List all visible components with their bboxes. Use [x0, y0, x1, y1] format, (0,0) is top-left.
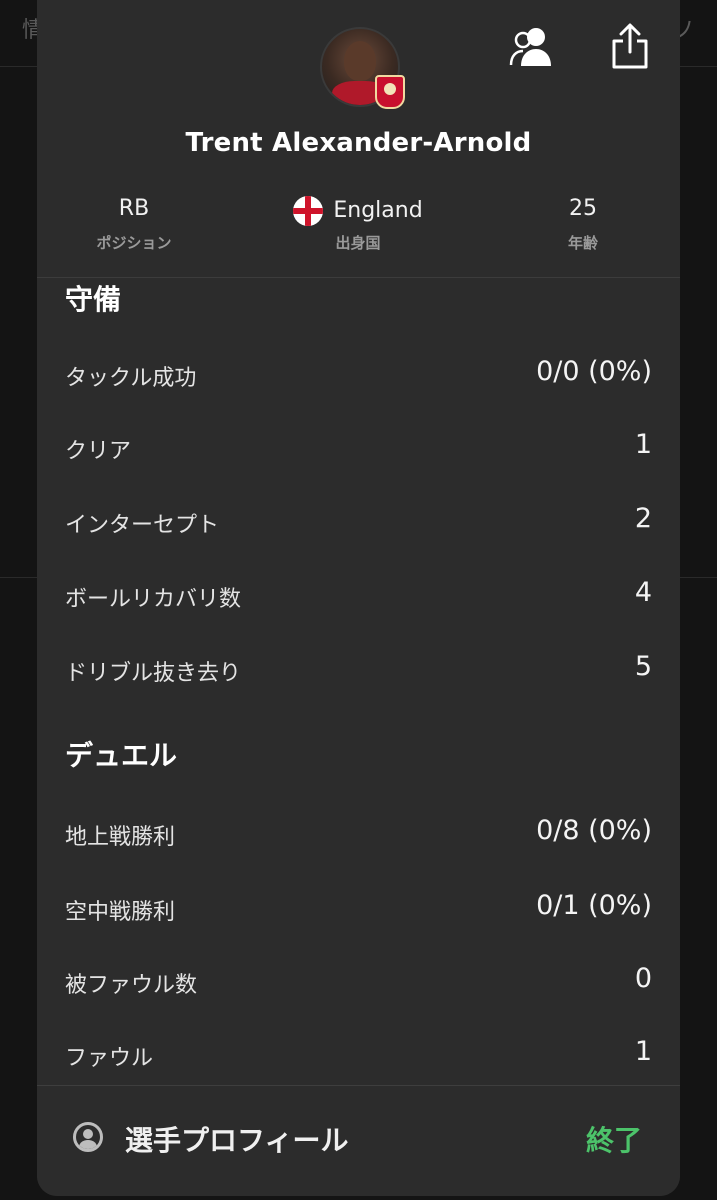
done-button[interactable]: 終了 [586, 1119, 642, 1159]
stat-row: 空中戦勝利 0/1 (0%) [65, 890, 652, 925]
position-label: ポジション [96, 234, 172, 252]
player-stats-sheet: Trent Alexander-Arnold RB ポジション England … [37, 0, 680, 1196]
country-stat: England 出身国 [278, 196, 438, 253]
stat-row: 地上戦勝利 0/8 (0%) [65, 815, 652, 850]
england-flag-icon [293, 196, 324, 226]
defense-section-title: 守備 [65, 283, 122, 316]
age-label: 年齢 [567, 234, 598, 252]
stat-row: タックル成功 0/0 (0%) [65, 356, 652, 391]
player-header: Trent Alexander-Arnold RB ポジション England … [37, 0, 680, 278]
profile-icon[interactable] [73, 1122, 103, 1152]
club-badge-icon [375, 75, 405, 109]
duel-section-title: デュエル [65, 739, 178, 772]
stat-row: クリア 1 [65, 429, 652, 464]
stat-row: ボールリカバリ数 4 [65, 577, 652, 612]
sheet-footer: 選手プロフィール 終了 [37, 1085, 680, 1196]
position-value: RB [118, 196, 150, 221]
compare-players-button[interactable] [507, 22, 557, 72]
position-stat: RB ポジション [54, 196, 214, 253]
share-button[interactable] [605, 22, 655, 72]
player-profile-button[interactable]: 選手プロフィール [125, 1119, 348, 1159]
age-stat: 25 年齢 [503, 196, 663, 253]
country-value: England [333, 198, 423, 223]
stat-row: ドリブル抜き去り 5 [65, 651, 652, 686]
stat-row: ファウル 1 [65, 1036, 652, 1071]
stat-row: 被ファウル数 0 [65, 963, 652, 998]
country-label: 出身国 [335, 234, 381, 252]
player-name: Trent Alexander-Arnold [185, 128, 532, 158]
people-icon [509, 28, 551, 66]
age-value: 25 [569, 196, 597, 221]
share-icon [612, 23, 648, 69]
stat-row: インターセプト 2 [65, 503, 652, 538]
